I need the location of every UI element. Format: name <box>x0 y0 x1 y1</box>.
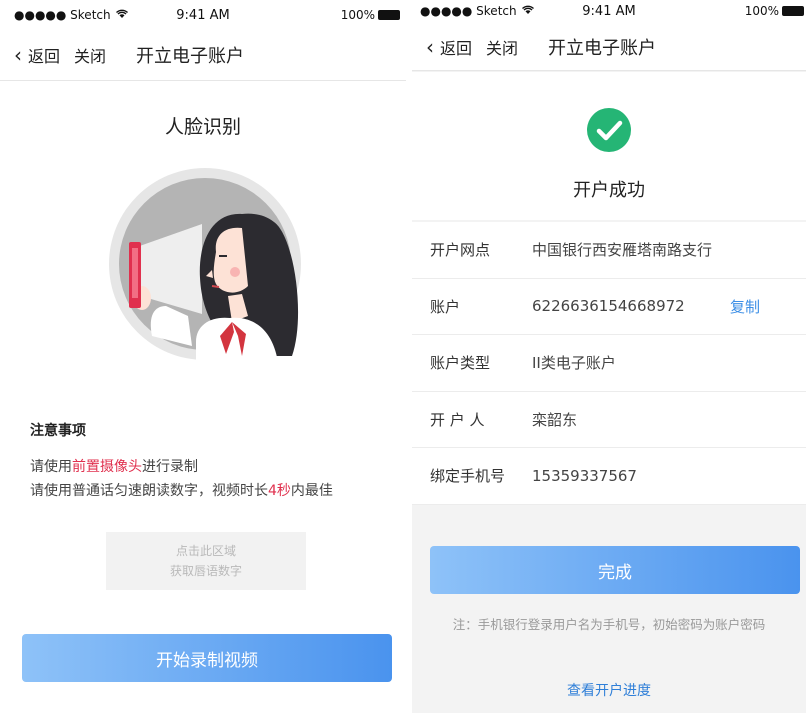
account-type-label: 账户类型 <box>430 354 491 373</box>
account-number: 6226636154668972 <box>532 297 685 316</box>
account-holder-value: 栾韶东 <box>532 410 578 429</box>
account-holder-label: 开 户 人 <box>430 410 485 429</box>
info-row-account: 账户 6226636154668972 复制 <box>412 279 806 335</box>
battery-icon <box>782 6 804 16</box>
note-camera-prefix: 请使用 <box>30 459 72 475</box>
note-reading-suffix: 内最佳 <box>290 483 333 499</box>
notes-title: 注意事项 <box>30 423 86 439</box>
done-button[interactable]: 完成 <box>430 546 800 594</box>
chevron-left-icon: ‹ <box>14 43 22 67</box>
view-progress-link[interactable]: 查看开户进度 <box>412 680 806 700</box>
page-title: 开立电子账户 <box>548 38 657 59</box>
close-button[interactable]: 关闭 <box>486 35 518 59</box>
battery-group: 100% <box>745 4 804 18</box>
info-row-account-holder: 开 户 人 栾韶东 <box>412 392 806 448</box>
lip-number-capture-area[interactable]: 点击此区域 获取唇语数字 <box>106 532 306 590</box>
account-label: 账户 <box>430 297 461 316</box>
branch-label: 开户网点 <box>430 241 491 260</box>
battery-label: 100% <box>340 8 375 22</box>
note-reading: 请使用普通话匀速朗读数字，视频时长4秒内最佳 <box>30 480 333 500</box>
account-success-screen: ●●●●● Sketch 9:41 AM 100% ‹ 返回 关闭 开立电子账户… <box>412 0 806 713</box>
account-type-value: II类电子账户 <box>532 354 616 373</box>
note-camera: 请使用前置摄像头进行录制 <box>30 456 198 476</box>
nav-divider <box>412 70 806 71</box>
nav-bar: ‹ 返回 关闭 开立电子账户 <box>412 24 806 70</box>
nav-divider <box>0 80 406 81</box>
info-row-account-type: 账户类型 II类电子账户 <box>412 335 806 392</box>
checkmark-circle-icon <box>587 108 631 152</box>
back-button[interactable]: ‹ 返回 <box>14 43 60 67</box>
back-button[interactable]: ‹ 返回 <box>426 35 472 59</box>
note-reading-highlight: 4秒 <box>268 483 291 499</box>
info-row-branch: 开户网点 中国银行西安雁塔南路支行 <box>412 222 806 279</box>
status-bar: ●●●●● Sketch 9:41 AM 100% <box>0 0 406 30</box>
face-recognition-heading: 人脸识别 <box>164 116 241 138</box>
back-label: 返回 <box>440 39 473 58</box>
battery-icon <box>378 10 400 20</box>
phone-value: 15359337567 <box>532 466 637 485</box>
copy-account-button[interactable]: 复制 <box>730 296 760 317</box>
capture-line-2: 获取唇语数字 <box>169 564 242 578</box>
nav-bar: ‹ 返回 关闭 开立电子账户 <box>0 30 406 80</box>
login-tip: 注：手机银行登录用户名为手机号，初始密码为账户密码 <box>452 617 766 632</box>
chevron-left-icon: ‹ <box>426 35 434 59</box>
success-area: 开户成功 <box>412 72 806 220</box>
info-row-phone: 绑定手机号 15359337567 <box>412 448 806 505</box>
battery-group: 100% <box>341 8 400 22</box>
close-button[interactable]: 关闭 <box>74 43 106 67</box>
note-reading-prefix: 请使用普通话匀速朗读数字，视频时长 <box>30 483 268 499</box>
account-info-list: 开户网点 中国银行西安雁塔南路支行 账户 6226636154668972 复制… <box>412 222 806 505</box>
phone-label: 绑定手机号 <box>430 467 506 486</box>
branch-value: 中国银行西安雁塔南路支行 <box>532 241 713 260</box>
capture-line-1: 点击此区域 <box>175 544 236 558</box>
start-recording-button[interactable]: 开始录制视频 <box>22 634 392 682</box>
back-label: 返回 <box>28 47 61 66</box>
note-camera-highlight: 前置摄像头 <box>72 459 142 475</box>
page-title: 开立电子账户 <box>136 46 245 67</box>
success-message: 开户成功 <box>573 180 645 201</box>
note-camera-suffix: 进行录制 <box>142 459 198 475</box>
face-illustration <box>109 168 301 362</box>
face-recognition-screen: ●●●●● Sketch 9:41 AM 100% ‹ 返回 关闭 开立电子账户… <box>0 0 406 713</box>
battery-label: 100% <box>744 4 779 18</box>
